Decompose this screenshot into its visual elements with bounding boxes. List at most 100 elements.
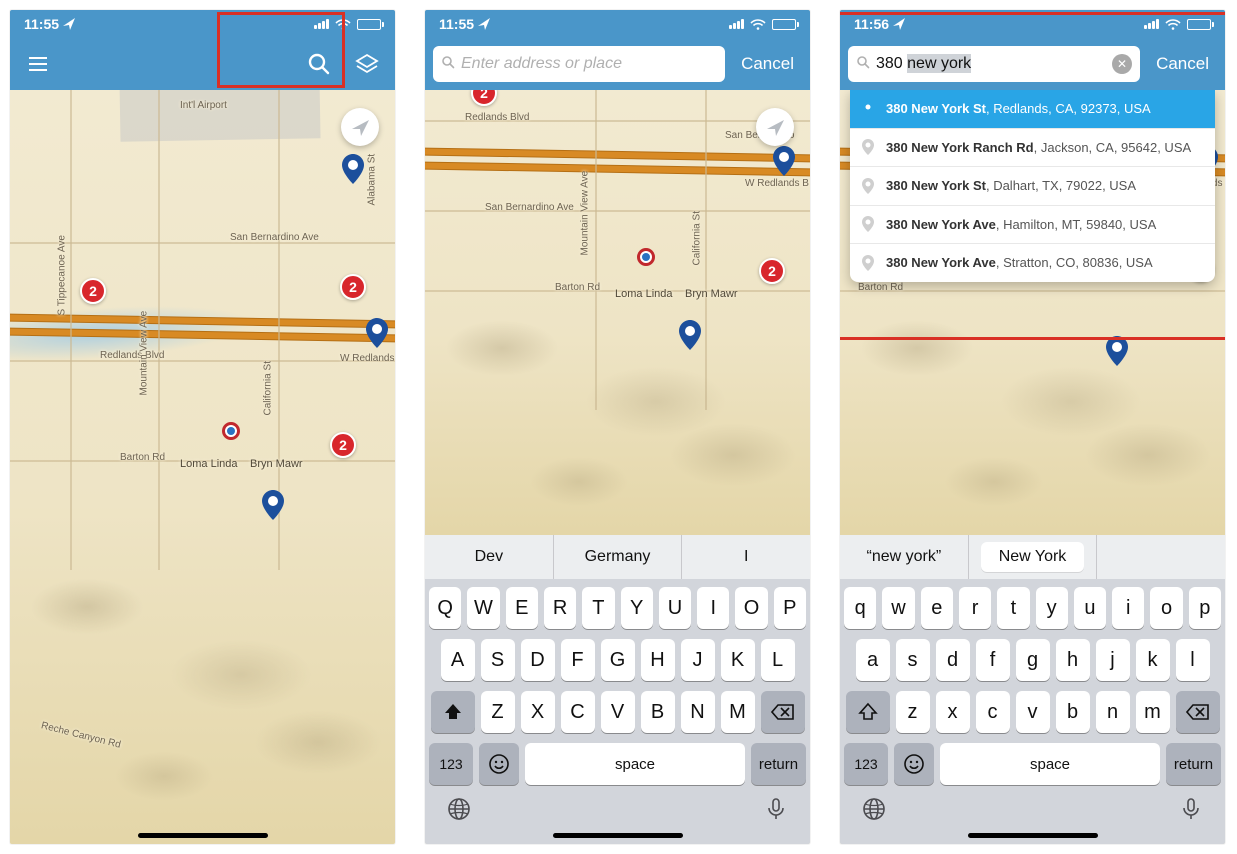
space-key[interactable]: space [525, 743, 745, 785]
key-x[interactable]: X [521, 691, 555, 733]
key-b[interactable]: B [641, 691, 675, 733]
key-v[interactable]: v [1016, 691, 1050, 733]
key-c[interactable]: c [976, 691, 1010, 733]
key-f[interactable]: F [561, 639, 595, 681]
shift-key[interactable] [846, 691, 890, 733]
key-i[interactable]: I [697, 587, 729, 629]
numbers-key[interactable]: 123 [844, 743, 888, 785]
kb-suggestion[interactable]: New York [969, 535, 1098, 579]
search-suggestion[interactable]: 380 New York Ave, Hamilton, MT, 59840, U… [850, 206, 1215, 245]
map-canvas[interactable]: Barton Rd W Redlands 2 380 New York St, … [840, 90, 1225, 535]
key-l[interactable]: L [761, 639, 795, 681]
return-key[interactable]: return [751, 743, 806, 785]
search-input[interactable]: 380 new york [876, 55, 1106, 73]
key-z[interactable]: z [896, 691, 930, 733]
numbers-key[interactable]: 123 [429, 743, 473, 785]
search-input[interactable] [461, 55, 717, 73]
search-suggestion[interactable]: 380 New York Ranch Rd, Jackson, CA, 9564… [850, 129, 1215, 168]
cluster-marker[interactable]: 2 [330, 432, 356, 458]
key-o[interactable]: O [735, 587, 767, 629]
kb-suggestion[interactable]: I [682, 535, 810, 579]
key-w[interactable]: w [882, 587, 914, 629]
key-d[interactable]: D [521, 639, 555, 681]
home-indicator[interactable] [553, 833, 683, 838]
menu-button[interactable] [18, 44, 58, 84]
search-field[interactable] [433, 46, 725, 82]
space-key[interactable]: space [940, 743, 1160, 785]
key-i[interactable]: i [1112, 587, 1144, 629]
key-e[interactable]: E [506, 587, 538, 629]
kb-suggestion[interactable]: Germany [554, 535, 683, 579]
key-m[interactable]: m [1136, 691, 1170, 733]
key-u[interactable]: u [1074, 587, 1106, 629]
backspace-key[interactable] [1176, 691, 1220, 733]
cancel-button[interactable]: Cancel [1148, 54, 1217, 74]
kb-suggestion[interactable]: “new york” [840, 535, 969, 579]
key-u[interactable]: U [659, 587, 691, 629]
dictation-key[interactable] [1179, 797, 1203, 826]
map-pin[interactable] [366, 318, 388, 348]
key-a[interactable]: A [441, 639, 475, 681]
map-pin[interactable] [342, 154, 364, 184]
map-canvas[interactable]: Int'l Airport San Bernardino Ave Redland… [10, 90, 395, 844]
dictation-key[interactable] [764, 797, 788, 826]
key-k[interactable]: K [721, 639, 755, 681]
clear-search-button[interactable]: ✕ [1112, 54, 1132, 74]
key-f[interactable]: f [976, 639, 1010, 681]
key-x[interactable]: x [936, 691, 970, 733]
home-indicator[interactable] [968, 833, 1098, 838]
key-b[interactable]: b [1056, 691, 1090, 733]
key-q[interactable]: q [844, 587, 876, 629]
cluster-marker[interactable]: 2 [80, 278, 106, 304]
emoji-key[interactable] [479, 743, 519, 785]
key-v[interactable]: V [601, 691, 635, 733]
key-h[interactable]: h [1056, 639, 1090, 681]
globe-key[interactable] [862, 797, 886, 826]
recenter-button[interactable] [756, 108, 794, 146]
key-z[interactable]: Z [481, 691, 515, 733]
key-j[interactable]: j [1096, 639, 1130, 681]
key-g[interactable]: G [601, 639, 635, 681]
key-d[interactable]: d [936, 639, 970, 681]
key-k[interactable]: k [1136, 639, 1170, 681]
backspace-key[interactable] [761, 691, 805, 733]
key-n[interactable]: N [681, 691, 715, 733]
search-button[interactable] [299, 44, 339, 84]
emoji-key[interactable] [894, 743, 934, 785]
key-o[interactable]: o [1150, 587, 1182, 629]
layers-button[interactable] [347, 44, 387, 84]
key-h[interactable]: H [641, 639, 675, 681]
cluster-marker[interactable]: 2 [340, 274, 366, 300]
key-t[interactable]: T [582, 587, 614, 629]
map-pin[interactable] [773, 146, 795, 176]
key-m[interactable]: M [721, 691, 755, 733]
map-canvas[interactable]: Redlands Blvd San Bernardino W Redlands … [425, 90, 810, 535]
key-y[interactable]: Y [621, 587, 653, 629]
key-p[interactable]: p [1189, 587, 1221, 629]
key-e[interactable]: e [921, 587, 953, 629]
key-n[interactable]: n [1096, 691, 1130, 733]
recenter-button[interactable] [341, 108, 379, 146]
key-c[interactable]: C [561, 691, 595, 733]
key-g[interactable]: g [1016, 639, 1050, 681]
key-q[interactable]: Q [429, 587, 461, 629]
key-r[interactable]: r [959, 587, 991, 629]
search-field[interactable]: 380 new york ✕ [848, 46, 1140, 82]
return-key[interactable]: return [1166, 743, 1221, 785]
kb-suggestion[interactable] [1097, 535, 1225, 579]
key-r[interactable]: R [544, 587, 576, 629]
key-w[interactable]: W [467, 587, 499, 629]
key-l[interactable]: l [1176, 639, 1210, 681]
key-a[interactable]: a [856, 639, 890, 681]
globe-key[interactable] [447, 797, 471, 826]
search-suggestion[interactable]: 380 New York Ave, Stratton, CO, 80836, U… [850, 244, 1215, 282]
key-s[interactable]: s [896, 639, 930, 681]
key-p[interactable]: P [774, 587, 806, 629]
shift-key[interactable] [431, 691, 475, 733]
search-suggestion[interactable]: 380 New York St, Redlands, CA, 92373, US… [850, 90, 1215, 129]
kb-suggestion[interactable]: Dev [425, 535, 554, 579]
key-y[interactable]: y [1036, 587, 1068, 629]
key-s[interactable]: S [481, 639, 515, 681]
cluster-marker[interactable]: 2 [471, 90, 497, 106]
cancel-button[interactable]: Cancel [733, 54, 802, 74]
